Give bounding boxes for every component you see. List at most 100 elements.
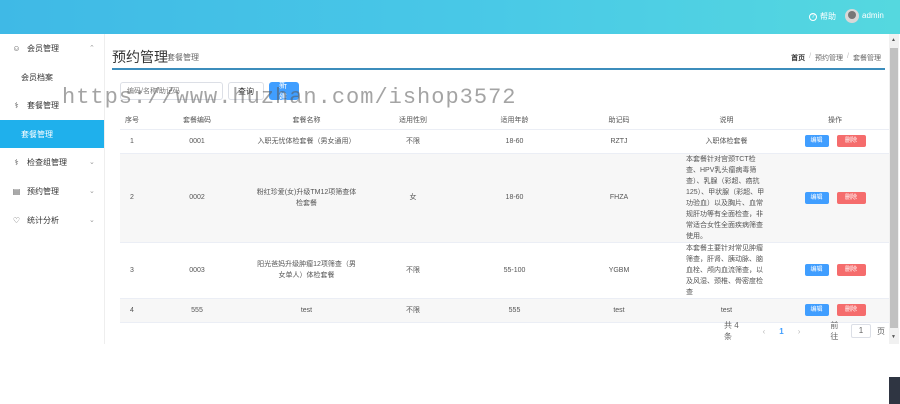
page-title: 预约管理 <box>112 49 168 65</box>
cell-code: 0003 <box>144 242 250 299</box>
cell-index: 2 <box>120 153 144 243</box>
cell-sex: 女 <box>363 153 463 243</box>
column-header: 序号 <box>120 112 144 130</box>
cell-name: 入职无忧体检套餐（男女通用） <box>250 129 363 154</box>
stethoscope-icon: ⚕ <box>14 158 19 167</box>
cell-sex: 不限 <box>363 242 463 299</box>
sidebar-item-package[interactable]: 套餐管理 <box>0 120 104 148</box>
column-header: 助记码 <box>566 112 672 130</box>
package-table: 序号 套餐编码 套餐名称 适用性别 适用年龄 助记码 说明 操作 1 0001 … <box>120 112 889 323</box>
delete-button[interactable]: 删除 <box>836 191 866 204</box>
breadcrumb-home[interactable]: 首页 <box>791 53 805 63</box>
sidebar-group-order[interactable]: ▤ 预约管理 ⌄ <box>0 177 104 206</box>
breadcrumb: 首页 / 预约管理 / 套餐管理 <box>791 53 881 63</box>
sidebar: ☺ 会员管理 ⌃ 会员档案 ⚕ 套餐管理 套餐管理 ⚕ 检查组管理 ⌄ ▤ 预约… <box>0 34 105 344</box>
page-unit-label: 页 <box>877 326 885 336</box>
sidebar-item-label: 会员档案 <box>21 72 53 82</box>
chevron-right-icon[interactable]: › <box>798 327 801 336</box>
edit-button[interactable]: 编辑 <box>804 264 829 276</box>
delete-button[interactable]: 删除 <box>836 135 866 147</box>
edit-button[interactable]: 编辑 <box>804 135 829 147</box>
pagination-total: 共 4 条 <box>724 321 739 341</box>
question-icon: ? <box>809 12 817 21</box>
sidebar-group-label: 统计分析 <box>27 216 59 225</box>
goto-label: 前往 <box>830 321 839 341</box>
heart-pulse-icon: ♡ <box>12 216 21 225</box>
delete-button[interactable]: 删除 <box>836 304 866 316</box>
table-header-row: 序号 套餐编码 套餐名称 适用性别 适用年龄 助记码 说明 操作 <box>120 112 889 130</box>
user-icon: ☺ <box>12 44 21 53</box>
taskbar-corner <box>889 377 900 404</box>
column-header: 操作 <box>781 112 889 130</box>
cell-mnemonic: YGBM <box>566 242 672 299</box>
cell-code: 555 <box>144 298 250 323</box>
user-name[interactable]: admin <box>862 11 884 20</box>
cell-code: 0001 <box>144 129 250 154</box>
sidebar-group-label: 套餐管理 <box>27 101 59 110</box>
sidebar-group-checkgroup[interactable]: ⚕ 检查组管理 ⌄ <box>0 148 104 177</box>
watermark: https://www.huzhan.com/ishop3572 <box>62 85 517 110</box>
breadcrumb-item[interactable]: 预约管理 <box>815 53 843 63</box>
goto-page-input[interactable]: 1 <box>850 324 871 338</box>
cell-sex: 不限 <box>363 129 463 154</box>
cell-index: 3 <box>120 242 144 299</box>
stethoscope-icon: ⚕ <box>14 101 19 110</box>
sidebar-group-label: 检查组管理 <box>27 158 67 167</box>
column-header: 适用年龄 <box>463 112 566 130</box>
scroll-down-icon[interactable]: ▼ <box>891 334 896 340</box>
page-number[interactable]: 1 <box>779 327 783 336</box>
cell-mnemonic: RZTJ <box>566 129 672 154</box>
cell-mnemonic: test <box>566 298 672 323</box>
cell-sex: 不限 <box>363 298 463 323</box>
cell-desc: 本套餐针对宫颈TCT检查、HPV乳头瘤病毒筛查）、乳腺（彩超、癌抗125）、甲状… <box>672 153 781 243</box>
column-header: 套餐名称 <box>250 112 363 130</box>
cell-index: 1 <box>120 129 144 154</box>
cell-name: 粉红珍爱(女)升级TM12项筛查体检套餐 <box>250 153 363 243</box>
sidebar-group-label: 会员管理 <box>27 44 59 53</box>
cell-desc: test <box>672 298 781 323</box>
cell-desc: 本套餐主要针对常见肿瘤筛查，肝肾、胰动脉、脑血栓、颅内血流筛查，以及风湿、颈椎、… <box>672 242 781 299</box>
scrollbar-thumb[interactable] <box>890 48 898 328</box>
column-header: 说明 <box>672 112 781 130</box>
cell-age: 555 <box>463 298 566 323</box>
table-row: 1 0001 入职无忧体检套餐（男女通用） 不限 18-60 RZTJ 入职体检… <box>120 129 889 154</box>
help-link[interactable]: ? 帮助 <box>809 11 836 22</box>
sidebar-group-member[interactable]: ☺ 会员管理 ⌃ <box>0 34 104 63</box>
chevron-down-icon: ⌄ <box>89 217 95 224</box>
breadcrumb-item: 套餐管理 <box>853 55 881 62</box>
edit-button[interactable]: 编辑 <box>804 191 829 204</box>
cell-desc: 入职体检套餐 <box>672 129 781 154</box>
vertical-scrollbar[interactable]: ▲ ▼ <box>889 34 899 344</box>
sidebar-group-label: 预约管理 <box>27 187 59 196</box>
main-content: 预约管理 套餐管理 首页 / 预约管理 / 套餐管理 查询 新建 序号 套餐编码… <box>112 34 889 344</box>
pagination: 共 4 条 ‹ 1 › 前往 1 页 <box>724 321 885 341</box>
delete-button[interactable]: 删除 <box>836 264 866 276</box>
cell-age: 55-100 <box>463 242 566 299</box>
column-header: 套餐编码 <box>144 112 250 130</box>
table-row: 4 555 test 不限 555 test test 编辑 删除 <box>120 298 889 323</box>
table-row: 3 0003 阳光爸妈升级肿瘤12项筛查（男女单人）体检套餐 不限 55-100… <box>120 242 889 299</box>
cell-index: 4 <box>120 298 144 323</box>
column-header: 适用性别 <box>363 112 463 130</box>
cell-name: 阳光爸妈升级肿瘤12项筛查（男女单人）体检套餐 <box>250 242 363 299</box>
top-bar: ? 帮助 admin <box>0 0 900 34</box>
chevron-down-icon: ⌄ <box>89 188 95 195</box>
page-header: 预约管理 套餐管理 首页 / 预约管理 / 套餐管理 <box>112 42 885 70</box>
scroll-up-icon[interactable]: ▲ <box>891 37 896 43</box>
edit-button[interactable]: 编辑 <box>804 304 829 316</box>
table-row: 2 0002 粉红珍爱(女)升级TM12项筛查体检套餐 女 18-60 FHZA… <box>120 153 889 243</box>
chevron-left-icon[interactable]: ‹ <box>763 327 766 336</box>
cell-name: test <box>250 298 363 323</box>
avatar[interactable] <box>845 9 859 23</box>
cell-code: 0002 <box>144 153 250 243</box>
chevron-up-icon: ⌃ <box>89 45 95 52</box>
calendar-icon: ▤ <box>12 187 21 196</box>
cell-age: 18-60 <box>463 129 566 154</box>
help-label: 帮助 <box>820 12 836 21</box>
sidebar-item-label: 套餐管理 <box>21 129 53 139</box>
cell-mnemonic: FHZA <box>566 153 672 243</box>
cell-age: 18-60 <box>463 153 566 243</box>
page-subtitle: 套餐管理 <box>167 53 199 62</box>
sidebar-group-stats[interactable]: ♡ 统计分析 ⌄ <box>0 206 104 235</box>
chevron-down-icon: ⌄ <box>89 159 95 166</box>
